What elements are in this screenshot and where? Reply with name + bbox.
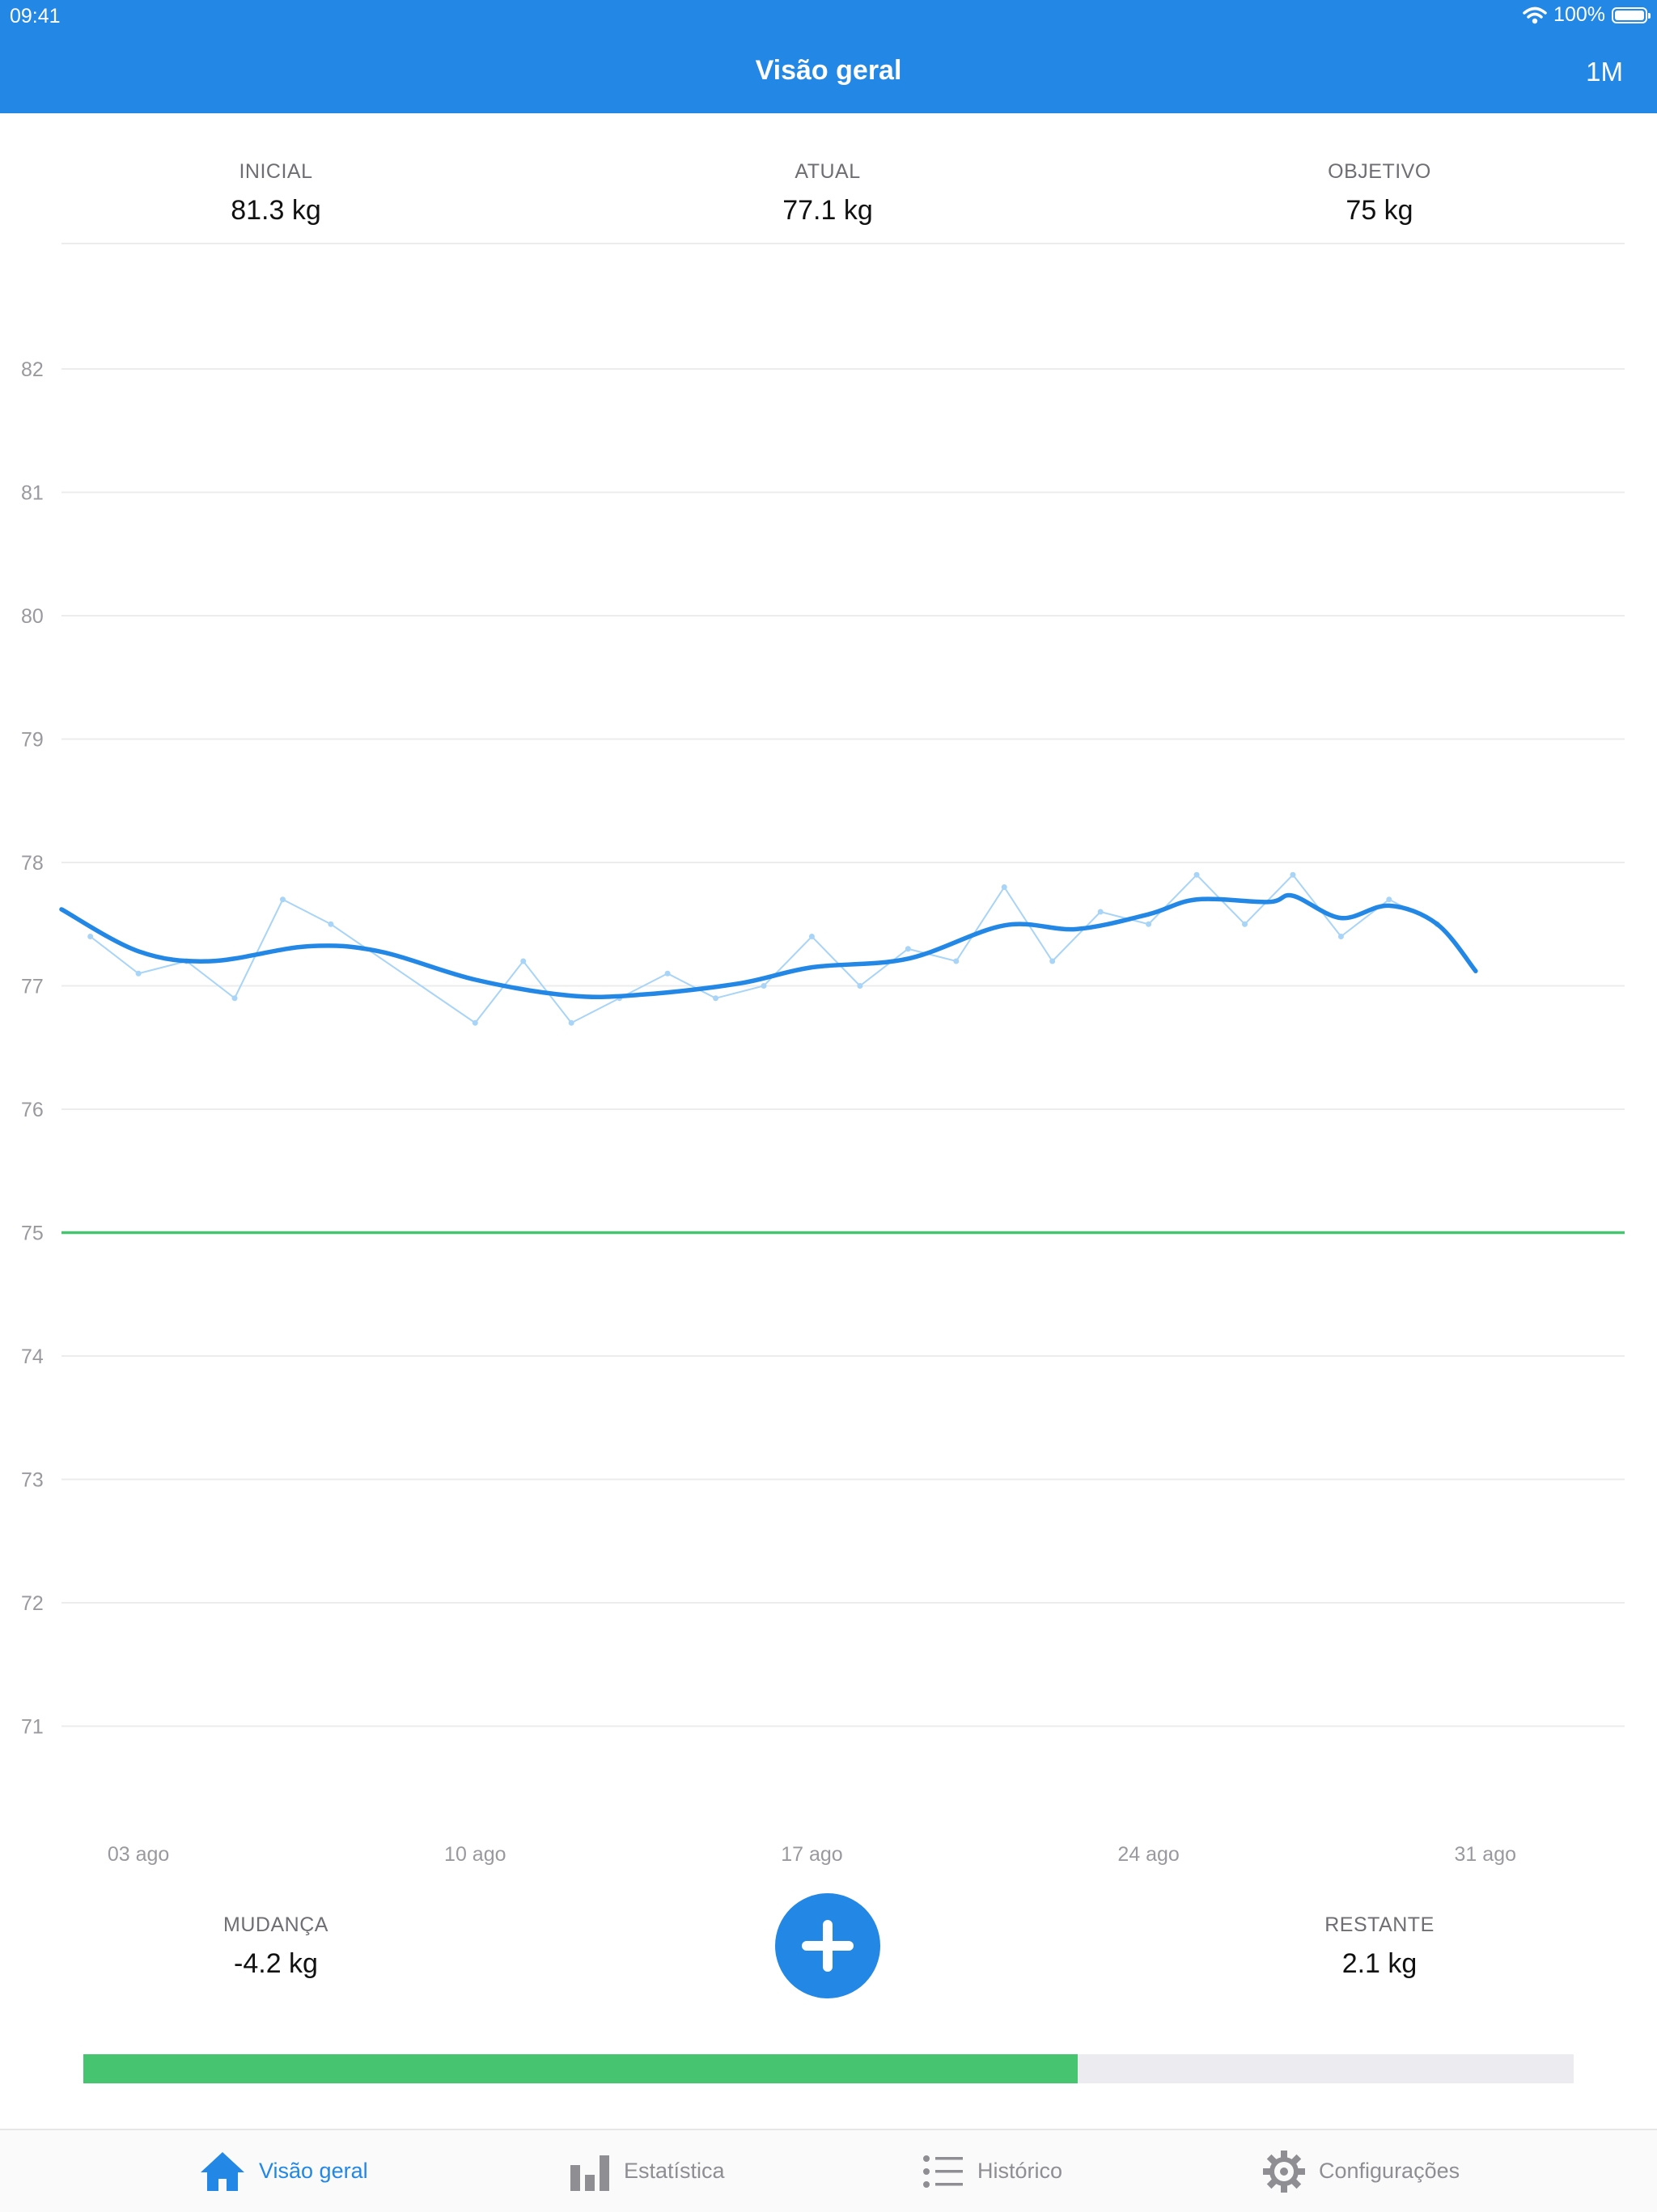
raw-weight-point: [472, 1019, 478, 1026]
raw-weight-point: [808, 934, 815, 939]
home-icon: [201, 2151, 244, 2191]
raw-weight-point: [953, 958, 960, 964]
y-tick-label: 81: [21, 482, 44, 505]
y-tick-label: 73: [21, 1469, 44, 1492]
raw-weight-point: [857, 983, 863, 989]
y-tick-label: 79: [21, 729, 44, 752]
raw-weight-point: [664, 970, 671, 977]
stat-change-value: -4.2 kg: [234, 1948, 318, 1979]
y-tick-label: 72: [21, 1592, 44, 1615]
y-tick-label: 77: [21, 976, 44, 998]
stat-remaining-label: RESTANTE: [1324, 1913, 1435, 1936]
stat-remaining-value: 2.1 kg: [1341, 1948, 1418, 1979]
tab-settings-label: Configurações: [1319, 2159, 1460, 2183]
raw-weight-point: [1290, 871, 1296, 878]
raw-weight-point: [1049, 958, 1056, 964]
y-tick-label: 71: [21, 1716, 44, 1739]
y-tick-label: 76: [21, 1099, 44, 1121]
raw-weight-point: [1097, 909, 1104, 915]
y-tick-label: 80: [21, 605, 44, 628]
stat-change: MUDANÇA -4.2 kg: [114, 1913, 438, 1980]
weight-chart[interactable]: 82 81 80 79 78 77 76 75 74 73 72 71 03 ago 10 ago 17 a…: [0, 0, 1657, 1885]
raw-weight-point: [1242, 921, 1248, 927]
raw-weight-point: [1386, 896, 1392, 903]
raw-weight-point: [713, 995, 719, 1002]
tab-overview[interactable]: Visão geral: [199, 2130, 368, 2212]
tab-settings[interactable]: Configurações: [1262, 2130, 1460, 2212]
tab-statistics[interactable]: Estatística: [569, 2130, 725, 2212]
gear-icon: [1263, 2150, 1305, 2193]
x-tick-label: 31 ago: [1455, 1843, 1516, 1866]
raw-weight-point: [1337, 934, 1344, 939]
raw-weight-point: [1146, 921, 1152, 927]
raw-weight-point: [568, 1019, 574, 1026]
raw-weight-point: [328, 921, 334, 927]
tab-overview-label: Visão geral: [259, 2159, 368, 2183]
raw-weight-point: [231, 995, 238, 1002]
raw-weight-point: [135, 970, 142, 977]
goal-progress-bar: [83, 2054, 1574, 2083]
tab-history[interactable]: Histórico: [922, 2130, 1062, 2212]
raw-weight-point: [1001, 884, 1007, 890]
stat-change-label: MUDANÇA: [223, 1913, 328, 1936]
raw-weight-point: [905, 946, 911, 952]
x-tick-label: 24 ago: [1117, 1843, 1179, 1866]
add-entry-button[interactable]: [775, 1893, 880, 1998]
y-tick-label: 78: [21, 852, 44, 875]
tab-statistics-label: Estatística: [624, 2159, 725, 2183]
raw-weight-point: [279, 896, 286, 903]
raw-weight-point: [87, 934, 94, 939]
raw-weight-point: [520, 958, 527, 964]
stat-remaining: RESTANTE 2.1 kg: [1218, 1913, 1541, 1980]
x-tick-label: 10 ago: [444, 1843, 506, 1866]
raw-weight-point: [761, 983, 767, 989]
list-icon: [923, 2155, 963, 2188]
y-tick-label: 74: [21, 1345, 44, 1368]
y-tick-label: 75: [21, 1223, 44, 1245]
y-tick-label: 82: [21, 358, 44, 381]
x-tick-label: 03 ago: [108, 1843, 169, 1866]
goal-progress-fill: [83, 2054, 1078, 2083]
bar-chart-icon: [570, 2155, 609, 2191]
tab-history-label: Histórico: [977, 2159, 1063, 2183]
raw-weight-point: [1193, 871, 1200, 878]
tab-bar: Visão geral Estatística Histórico Config…: [0, 2129, 1657, 2212]
x-tick-label: 17 ago: [781, 1843, 842, 1866]
